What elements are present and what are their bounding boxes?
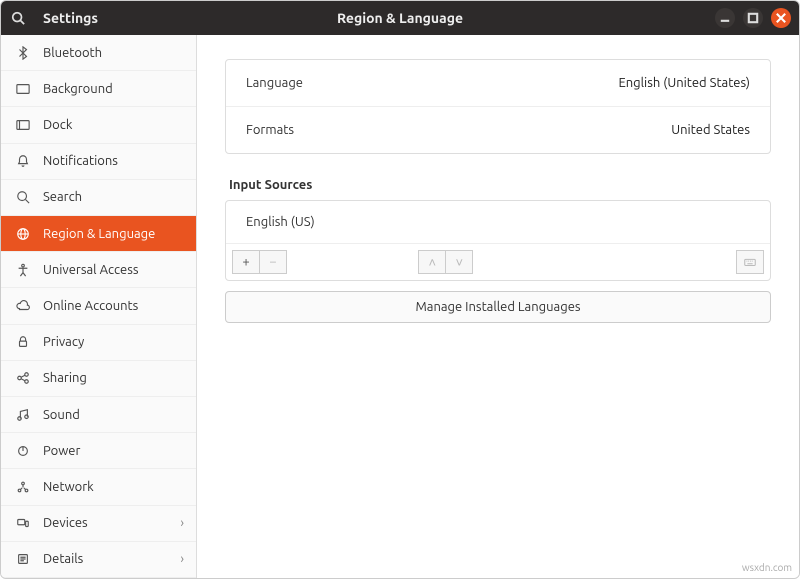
manage-languages-button[interactable]: Manage Installed Languages bbox=[225, 291, 771, 323]
sidebar-item-sound[interactable]: Sound bbox=[1, 397, 196, 433]
sidebar-item-label: Privacy bbox=[43, 335, 84, 349]
page-title: Region & Language bbox=[337, 10, 463, 26]
maximize-icon bbox=[746, 11, 760, 25]
sidebar-item-label: Power bbox=[43, 444, 80, 458]
sidebar-item-power[interactable]: Power bbox=[1, 433, 196, 469]
background-icon bbox=[15, 82, 31, 96]
sidebar-item-label: Background bbox=[43, 82, 113, 96]
bluetooth-icon bbox=[15, 46, 31, 60]
sidebar-item-network[interactable]: Network bbox=[1, 469, 196, 505]
chevron-right-icon: › bbox=[180, 516, 184, 530]
settings-window: Settings Region & Language Bluetooth Bac… bbox=[0, 0, 800, 579]
window-controls bbox=[715, 8, 799, 28]
sidebar-item-notifications[interactable]: Notifications bbox=[1, 144, 196, 180]
sidebar-item-label: Online Accounts bbox=[43, 299, 138, 313]
input-sources-heading: Input Sources bbox=[229, 178, 771, 192]
sidebar-item-label: Network bbox=[43, 480, 94, 494]
sidebar-item-label: Sharing bbox=[43, 371, 87, 385]
titlebar: Settings Region & Language bbox=[1, 1, 799, 35]
manage-languages-label: Manage Installed Languages bbox=[415, 300, 580, 314]
sidebar-item-label: Bluetooth bbox=[43, 46, 102, 60]
input-source-item[interactable]: English (US) bbox=[226, 201, 770, 244]
sidebar-item-privacy[interactable]: Privacy bbox=[1, 325, 196, 361]
sidebar-item-label: Search bbox=[43, 190, 82, 204]
chevron-up-icon: ˄ bbox=[429, 255, 437, 270]
cloud-icon bbox=[15, 299, 31, 313]
sidebar-item-label: Sound bbox=[43, 408, 80, 422]
plus-icon: + bbox=[242, 255, 249, 269]
formats-value: United States bbox=[671, 123, 750, 137]
move-up-button[interactable]: ˄ bbox=[418, 250, 446, 274]
sidebar-item-devices[interactable]: Devices › bbox=[1, 506, 196, 542]
sidebar-item-online-accounts[interactable]: Online Accounts bbox=[1, 288, 196, 324]
input-sources-toolbar: + − ˄ ˅ bbox=[226, 244, 770, 280]
sidebar-item-region-language[interactable]: Region & Language bbox=[1, 216, 196, 252]
sidebar-item-details[interactable]: Details › bbox=[1, 542, 196, 578]
minimize-icon bbox=[718, 11, 732, 25]
sidebar-item-universal-access[interactable]: Universal Access bbox=[1, 252, 196, 288]
formats-label: Formats bbox=[246, 123, 294, 137]
move-down-button[interactable]: ˅ bbox=[445, 250, 473, 274]
dock-icon bbox=[15, 118, 31, 132]
watermark: wsxdn.com bbox=[742, 562, 792, 573]
share-icon bbox=[15, 371, 31, 385]
sidebar-item-bluetooth[interactable]: Bluetooth bbox=[1, 35, 196, 71]
sidebar-item-label: Devices bbox=[43, 516, 88, 530]
minimize-button[interactable] bbox=[715, 8, 735, 28]
lock-icon bbox=[15, 335, 31, 349]
input-source-name: English (US) bbox=[246, 215, 315, 229]
body: Bluetooth Background Dock Notifications … bbox=[1, 35, 799, 578]
region-panel: Language English (United States) Formats… bbox=[225, 59, 771, 154]
sidebar-item-label: Notifications bbox=[43, 154, 118, 168]
accessibility-icon bbox=[15, 263, 31, 277]
search-button[interactable] bbox=[1, 1, 35, 35]
minus-icon: − bbox=[269, 255, 276, 269]
sidebar-item-label: Details bbox=[43, 552, 83, 566]
close-button[interactable] bbox=[771, 8, 791, 28]
content-area: Language English (United States) Formats… bbox=[197, 35, 799, 578]
language-value: English (United States) bbox=[618, 76, 750, 90]
chevron-right-icon: › bbox=[180, 552, 184, 566]
music-icon bbox=[15, 408, 31, 422]
app-title: Settings bbox=[35, 10, 98, 26]
language-row[interactable]: Language English (United States) bbox=[226, 60, 770, 107]
keyboard-icon bbox=[743, 255, 757, 269]
sidebar-item-sharing[interactable]: Sharing bbox=[1, 361, 196, 397]
devices-icon bbox=[15, 516, 31, 530]
input-sources-panel: English (US) + − ˄ ˅ bbox=[225, 200, 771, 281]
sidebar-item-dock[interactable]: Dock bbox=[1, 107, 196, 143]
network-icon bbox=[15, 480, 31, 494]
sidebar-item-search[interactable]: Search bbox=[1, 180, 196, 216]
close-icon bbox=[774, 11, 788, 25]
formats-row[interactable]: Formats United States bbox=[226, 107, 770, 153]
search-icon bbox=[11, 11, 25, 25]
sidebar-item-label: Dock bbox=[43, 118, 72, 132]
bell-icon bbox=[15, 154, 31, 168]
chevron-down-icon: ˅ bbox=[456, 255, 464, 270]
sidebar: Bluetooth Background Dock Notifications … bbox=[1, 35, 197, 578]
globe-icon bbox=[15, 227, 31, 241]
power-icon bbox=[15, 444, 31, 458]
add-input-source-button[interactable]: + bbox=[232, 250, 260, 274]
remove-input-source-button[interactable]: − bbox=[259, 250, 287, 274]
keyboard-layout-button[interactable] bbox=[736, 250, 764, 274]
language-label: Language bbox=[246, 76, 303, 90]
sidebar-item-background[interactable]: Background bbox=[1, 71, 196, 107]
sidebar-item-label: Region & Language bbox=[43, 227, 155, 241]
sidebar-item-label: Universal Access bbox=[43, 263, 138, 277]
details-icon bbox=[15, 552, 31, 566]
search-icon bbox=[15, 190, 31, 204]
maximize-button[interactable] bbox=[743, 8, 763, 28]
